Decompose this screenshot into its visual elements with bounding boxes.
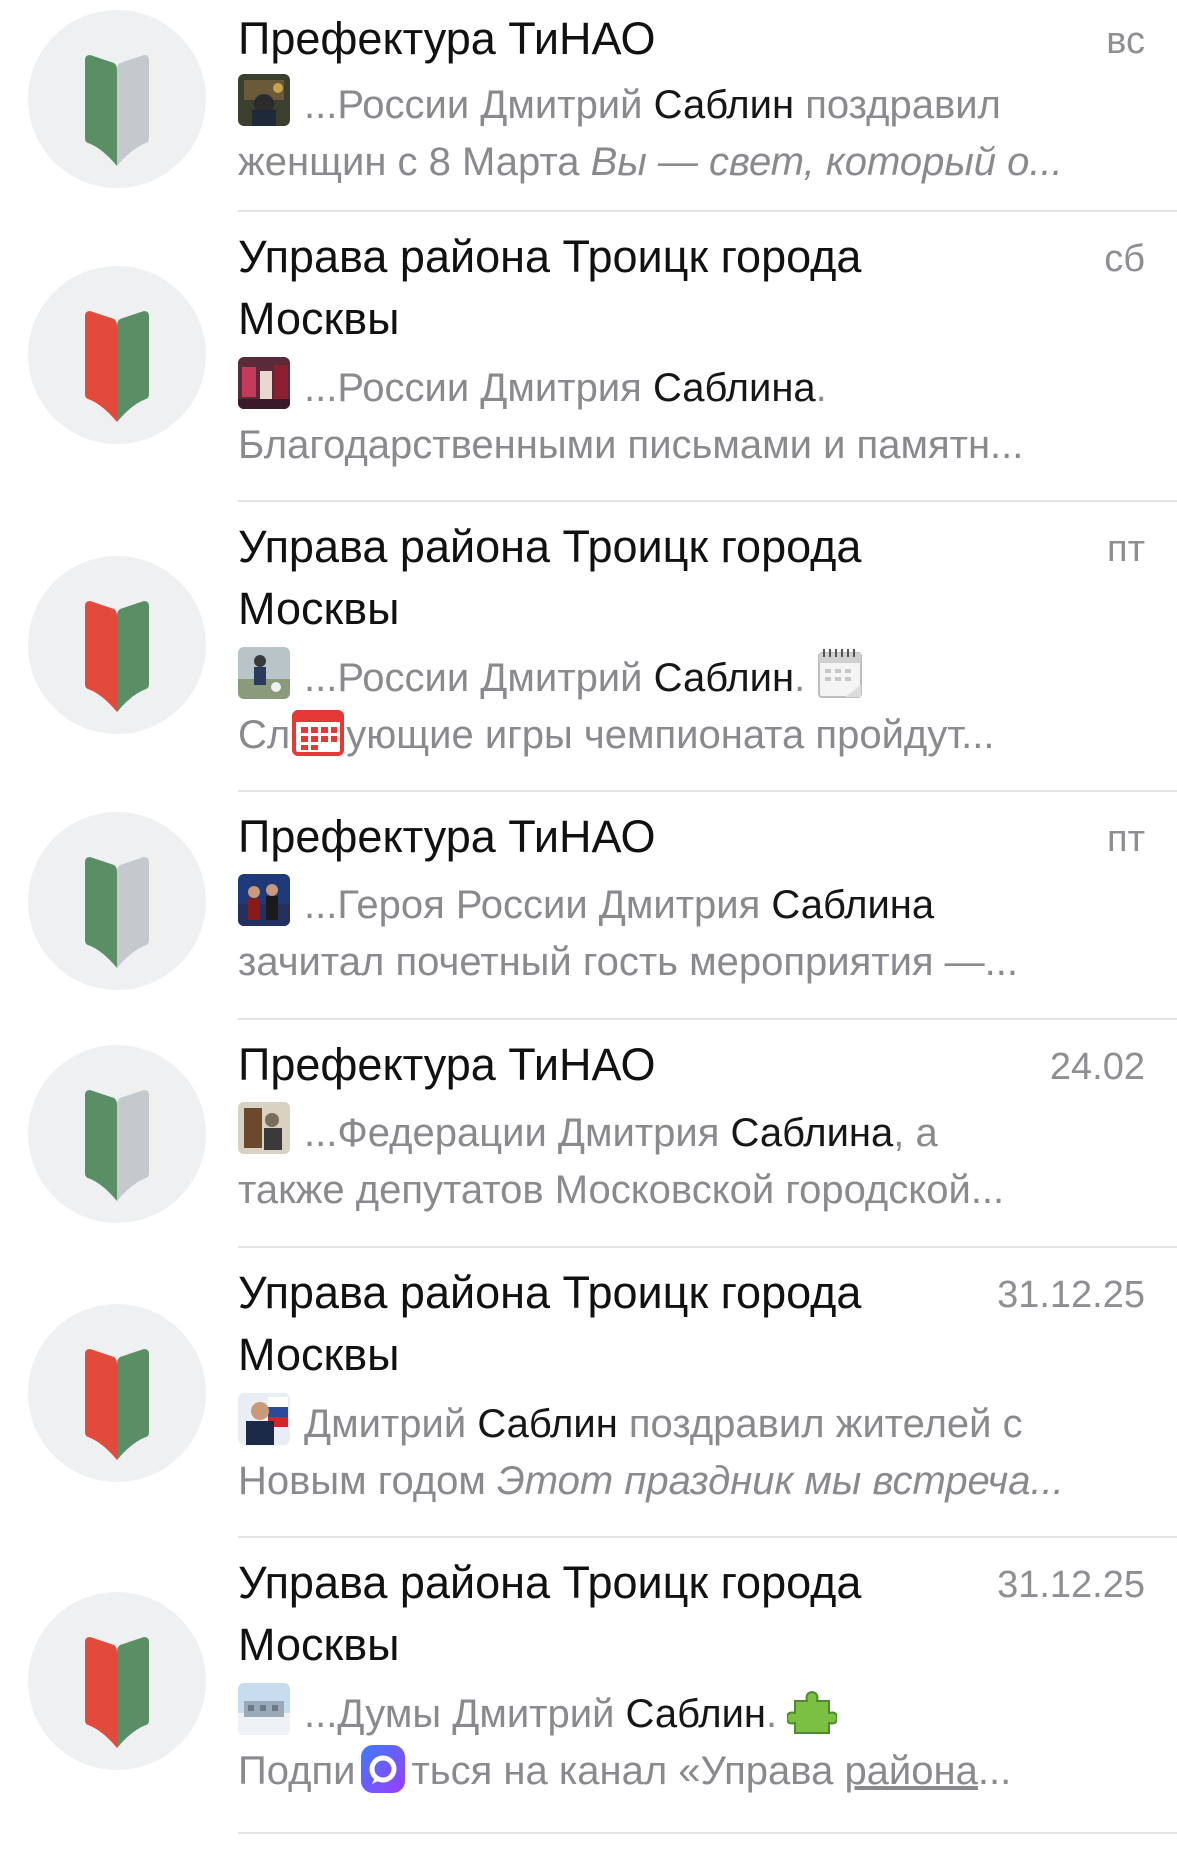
avatar [28,1592,206,1770]
chat-title: Префектура ТиНАО [238,811,656,862]
book-red-green-icon [85,311,149,422]
chat-row[interactable]: Префектура ТиНАО вс ...России Дмитрий Са… [0,0,1177,212]
photo-thumbnail-icon [238,1683,290,1735]
book-green-grey-icon [85,55,149,166]
photo-thumbnail-icon [238,1393,290,1445]
chat-preview: ...Думы Дмитрий Саблин. Подпи ться на кан… [238,1683,1143,1800]
chat-date: пт [1107,528,1145,570]
photo-thumbnail-icon [238,1102,290,1154]
chat-preview: Дмитрий Саблин поздравил жителей с Новым… [238,1393,1143,1510]
chat-date: сб [1104,238,1145,280]
chat-preview: ...Героя России Дмитрия Саблина зачитал … [238,874,1143,991]
chat-title: Управа района Троицк города Москвы [238,1557,862,1670]
avatar [28,10,206,188]
chat-list: Префектура ТиНАО вс ...России Дмитрий Са… [0,0,1177,1856]
chat-preview: ...Федерации Дмитрия Саблина, а также де… [238,1102,1143,1219]
chat-row[interactable]: Управа района Троицк города Москвы 31.12… [0,1248,1177,1538]
tear-off-calendar-icon [815,647,865,701]
chat-date: 31.12.25 [997,1564,1145,1606]
chat-preview: ...России Дмитрий Саблин. Сл ующие игры ч… [238,647,1143,764]
chat-row[interactable]: Управа района Троицк города Москвы сб ..… [0,212,1177,502]
chat-preview: ...России Дмитрий Саблин поздравил женщи… [238,74,1143,191]
divider [238,1832,1177,1834]
chat-date: 31.12.25 [997,1274,1145,1316]
avatar [28,1304,206,1482]
chat-row[interactable]: Управа района Троицк города Москвы 31.12… [0,1538,1177,1856]
chat-title: Префектура ТиНАО [238,1039,656,1090]
avatar [28,266,206,444]
chat-row[interactable]: Префектура ТиНАО 24.02 ...Федерации Дмит… [0,1020,1177,1248]
book-red-green-icon [85,601,149,712]
chat-date: вс [1106,20,1145,62]
chat-preview: ...России Дмитрия Саблина. Благодарствен… [238,357,1143,474]
book-red-green-icon [85,1637,149,1748]
avatar [28,556,206,734]
chat-title: Управа района Троицк города Москвы [238,231,862,344]
avatar [28,1045,206,1223]
photo-thumbnail-icon [238,874,290,926]
chat-title: Префектура ТиНАО [238,13,656,64]
chat-row[interactable]: Управа района Троицк города Москвы пт ..… [0,502,1177,792]
book-green-grey-icon [85,1090,149,1201]
calendar-icon [290,708,346,758]
chat-date: пт [1107,818,1145,860]
book-red-green-icon [85,1349,149,1460]
chat-row[interactable]: Префектура ТиНАО пт ...Героя России Дмит… [0,792,1177,1020]
avatar [28,812,206,990]
chat-title: Управа района Троицк города Москвы [238,521,862,634]
photo-thumbnail-icon [238,647,290,699]
puzzle-piece-icon [787,1683,838,1737]
photo-thumbnail-icon [238,74,290,126]
photo-thumbnail-icon [238,357,290,409]
chat-title: Управа района Троицк города Москвы [238,1267,862,1380]
chat-date: 24.02 [1049,1046,1145,1088]
book-green-grey-icon [85,857,149,968]
max-messenger-icon [355,1744,411,1794]
